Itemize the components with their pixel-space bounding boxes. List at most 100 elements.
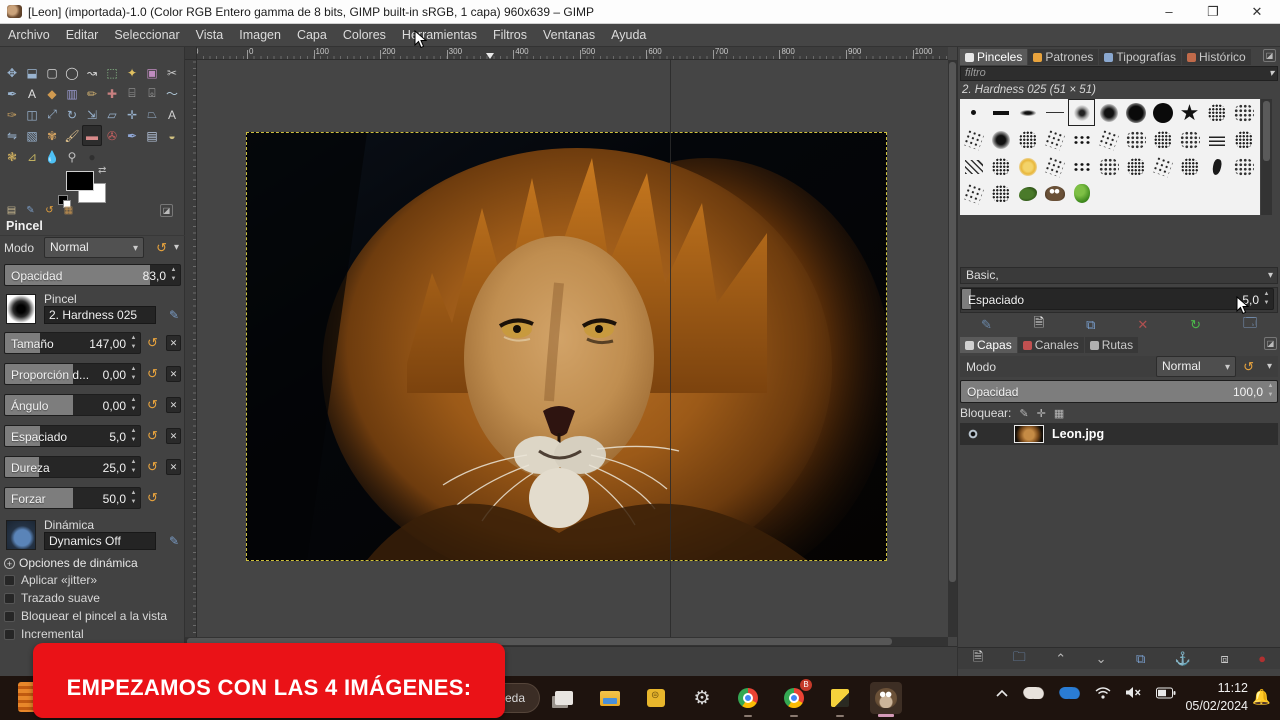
- brush-swatch-spk[interactable]: [1042, 127, 1067, 152]
- checkbox-trazado-suave[interactable]: Trazado suave: [4, 590, 100, 606]
- brush-scroll-thumb[interactable]: [1263, 101, 1270, 161]
- brush-swatch-wilber[interactable]: [1042, 181, 1067, 206]
- brushes-tab-patrones[interactable]: Patrones: [1028, 49, 1098, 65]
- brushes-tab-histórico[interactable]: Histórico: [1182, 49, 1251, 65]
- scale-tool[interactable]: ⇲: [82, 104, 102, 125]
- chrome-button[interactable]: [732, 682, 764, 714]
- bucket-fill-tool[interactable]: ◆: [42, 83, 62, 104]
- spinner-arrows-icon[interactable]: ▲▼: [129, 396, 138, 416]
- reset-icon[interactable]: ↺: [147, 363, 158, 384]
- brush-swatch-soft1[interactable]: [1069, 100, 1094, 125]
- brush-swatch-bar[interactable]: [988, 100, 1013, 125]
- dynamics-options-expander[interactable]: +Opciones de dinámica: [4, 556, 138, 570]
- lower-layer-icon[interactable]: ⌄: [1096, 651, 1107, 667]
- brush-thumbnail[interactable]: [6, 294, 36, 324]
- layer-opacity-slider[interactable]: Opacidad 100,0 ▲▼: [960, 380, 1278, 403]
- brush-swatch-tex1[interactable]: [1015, 127, 1040, 152]
- minimize-button[interactable]: –: [1154, 4, 1184, 20]
- spinner-arrows-icon[interactable]: ▲▼: [129, 489, 138, 509]
- menu-ayuda[interactable]: Ayuda: [603, 25, 654, 45]
- edit-brush-icon[interactable]: ✎: [981, 317, 992, 333]
- taskbar-clock[interactable]: 11:12 05/02/2024: [1168, 679, 1248, 715]
- fuzzy-select-tool[interactable]: ✦: [122, 62, 142, 83]
- layer-row-leon[interactable]: Leon.jpg: [960, 423, 1278, 445]
- perspective-tool[interactable]: ⏢: [142, 104, 162, 125]
- foreground-color-swatch[interactable]: [66, 171, 94, 191]
- checkbox-box[interactable]: [4, 611, 15, 622]
- brush-grid-scrollbar[interactable]: [1261, 99, 1272, 215]
- brush-name-field[interactable]: 2. Hardness 025: [44, 306, 156, 324]
- pencil-tool[interactable]: ✏: [82, 83, 102, 104]
- menu-herramientas[interactable]: Herramientas: [394, 25, 485, 45]
- scissors-tool[interactable]: ✂: [162, 62, 182, 83]
- brush-swatch-star[interactable]: ★: [1177, 100, 1202, 125]
- refresh-brushes-icon[interactable]: ↻: [1190, 317, 1201, 333]
- brush-swatch-pepper[interactable]: [1069, 181, 1094, 206]
- brush-swatch-tex1[interactable]: [1204, 100, 1229, 125]
- brush-swatch-soft2[interactable]: [988, 127, 1013, 152]
- unified-transform-tool[interactable]: ⤢: [42, 104, 62, 125]
- layer-mode-dropdown[interactable]: Normal ▾: [1156, 356, 1236, 377]
- move-tool[interactable]: ✥: [2, 62, 22, 83]
- brush-swatch-spk[interactable]: [1042, 154, 1067, 179]
- dodge-burn-tool[interactable]: ◒: [162, 125, 182, 146]
- horizontal-ruler[interactable]: -10001002003004005006007008009001000: [185, 47, 948, 60]
- zoom-tool[interactable]: ⚲: [62, 146, 82, 167]
- raise-layer-icon[interactable]: ⌃: [1055, 651, 1066, 667]
- lock-alpha-icon[interactable]: ▦: [1054, 408, 1064, 420]
- lock-position-icon[interactable]: ✛: [1037, 408, 1046, 420]
- edit-dynamics-icon[interactable]: ✎: [169, 534, 179, 548]
- mypaint-brush-tool[interactable]: ✑: [2, 104, 22, 125]
- brush-filter-input[interactable]: filtro ▾: [960, 66, 1278, 81]
- brush-swatch-soft3[interactable]: [1123, 100, 1148, 125]
- opacity-slider[interactable]: Opacidad 83,0 ▲▼: [4, 264, 181, 286]
- vertical-guide[interactable]: [670, 60, 671, 637]
- brush-swatch-dots[interactable]: [1069, 154, 1094, 179]
- spinner-arrows-icon[interactable]: ▲▼: [129, 458, 138, 478]
- brush-swatch-solid[interactable]: [1150, 100, 1175, 125]
- tool-options-icon[interactable]: ✎: [23, 204, 38, 217]
- brush-swatch-grid[interactable]: [1204, 127, 1229, 152]
- forzar-slider[interactable]: Forzar50,0▲▼: [4, 487, 141, 509]
- brush-swatch-tex2[interactable]: [1123, 127, 1148, 152]
- checkbox-incremental[interactable]: Incremental: [4, 626, 84, 642]
- brush-swatch-tex1[interactable]: [988, 181, 1013, 206]
- brush-swatch-ink[interactable]: [1204, 154, 1229, 179]
- brush-swatch-tex2[interactable]: [1096, 154, 1121, 179]
- reset-icon[interactable]: ↺: [147, 394, 158, 415]
- open-brush-as-image-icon[interactable]: 🗔: [1243, 314, 1257, 336]
- brush-swatch-spk[interactable]: [961, 181, 986, 206]
- mode-switch-icon[interactable]: ▾: [174, 237, 179, 258]
- menu-capa[interactable]: Capa: [289, 25, 335, 45]
- vertical-scrollbar[interactable]: [948, 60, 957, 637]
- menu-vista[interactable]: Vista: [188, 25, 232, 45]
- brush-swatch-tex1[interactable]: [1177, 154, 1202, 179]
- free-select-tool[interactable]: ↝: [82, 62, 102, 83]
- -ngulo-slider[interactable]: Ángulo0,00▲▼: [4, 394, 141, 416]
- tama-o-slider[interactable]: Tamaño147,00▲▼: [4, 332, 141, 354]
- brush-swatch-hair[interactable]: [1042, 100, 1067, 125]
- menu-imagen[interactable]: Imagen: [231, 25, 289, 45]
- brush-swatch-lines[interactable]: [961, 154, 986, 179]
- link-size-icon[interactable]: ✕: [166, 335, 181, 351]
- heal-tool[interactable]: ✚: [102, 83, 122, 104]
- menu-editar[interactable]: Editar: [58, 25, 107, 45]
- cage-transform-tool[interactable]: ▧: [22, 125, 42, 146]
- link-size-icon[interactable]: ✕: [166, 428, 181, 444]
- delete-layer-icon[interactable]: ●: [1258, 651, 1266, 666]
- rotate-tool[interactable]: ↻: [62, 104, 82, 125]
- dynamics-name-field[interactable]: Dynamics Off: [44, 532, 156, 550]
- delete-brush-icon[interactable]: ✕: [1137, 317, 1148, 333]
- layer-visible-eye-icon[interactable]: [966, 429, 980, 439]
- text-tool[interactable]: A: [22, 83, 42, 104]
- tool-options-menu-icon[interactable]: ◪: [160, 204, 173, 217]
- smudge-tool[interactable]: 〜: [162, 83, 182, 104]
- undo-history-icon[interactable]: ↺: [42, 204, 57, 217]
- layers-menu-icon[interactable]: ◪: [1264, 337, 1277, 350]
- new-brush-icon[interactable]: 🗎: [1034, 314, 1044, 336]
- spinner-arrows-icon[interactable]: ▲▼: [129, 365, 138, 385]
- notes-app-button[interactable]: [640, 682, 672, 714]
- link-size-icon[interactable]: ✕: [166, 397, 181, 413]
- color-picker-tool[interactable]: 💧: [42, 146, 62, 167]
- vertical-ruler[interactable]: [185, 60, 197, 637]
